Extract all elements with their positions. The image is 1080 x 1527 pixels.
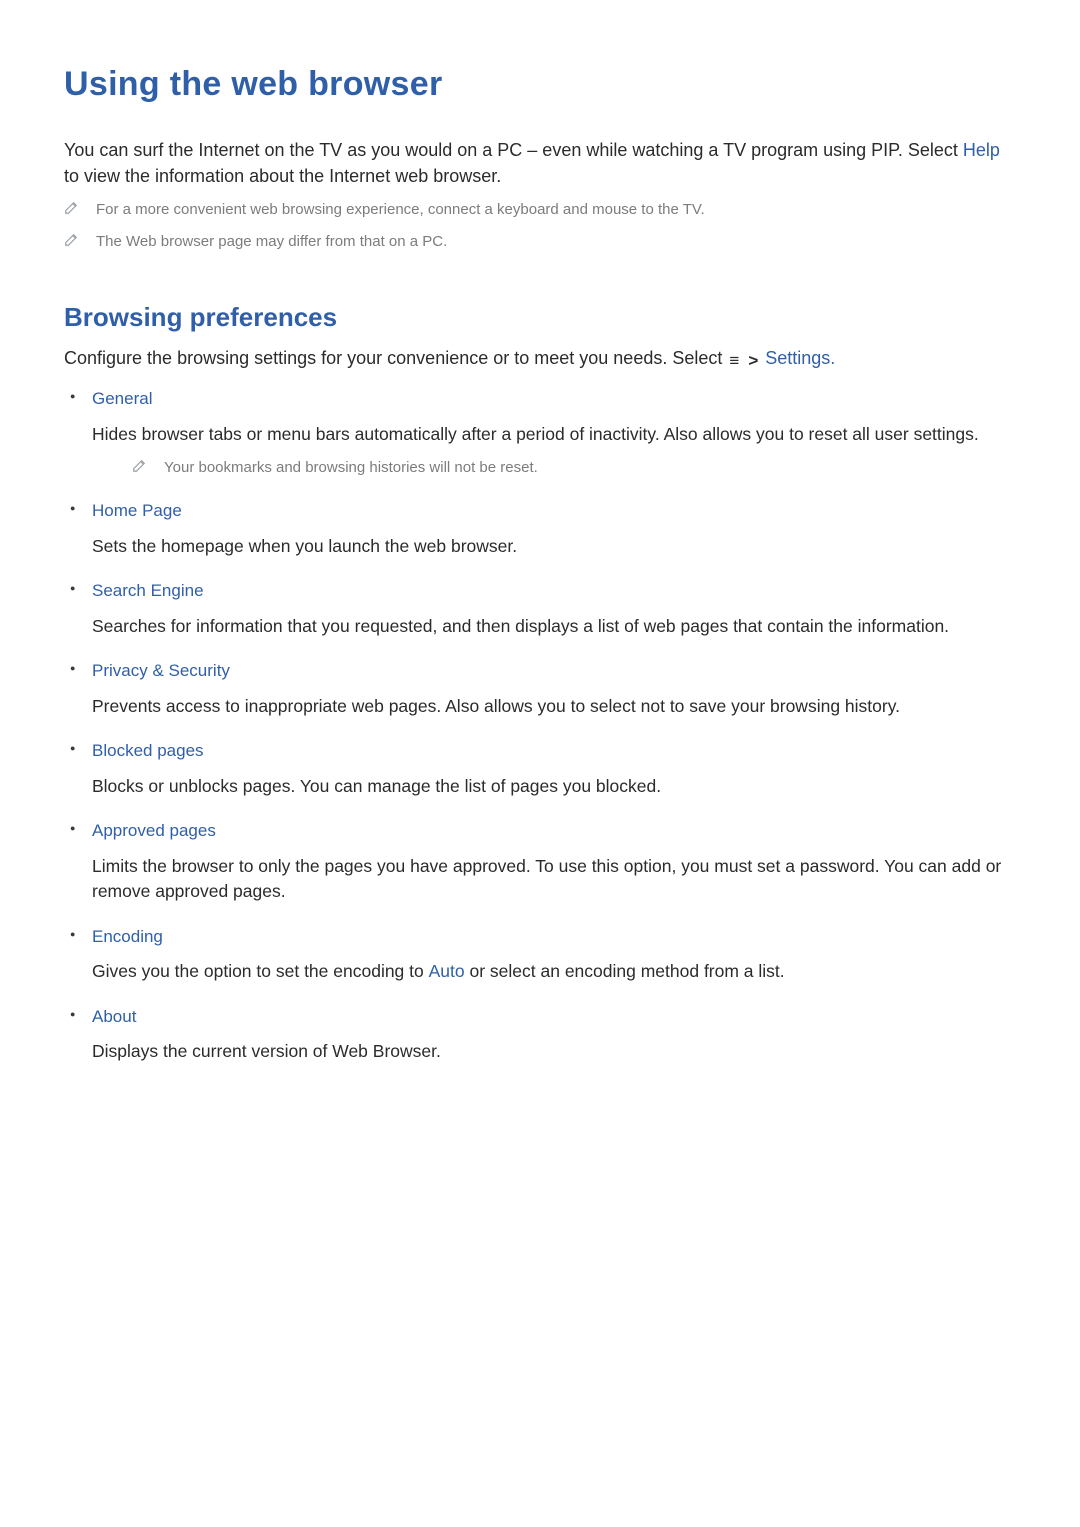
chevron-right-icon: > — [748, 349, 758, 374]
item-body-privacy-security: Prevents access to inappropriate web pag… — [92, 694, 1016, 719]
item-body-search-engine: Searches for information that you reques… — [92, 614, 1016, 639]
pencil-icon — [64, 201, 78, 215]
note-row-general: Your bookmarks and browsing histories wi… — [132, 457, 1016, 479]
item-body-home-page: Sets the homepage when you launch the we… — [92, 534, 1016, 559]
intro-text-2: to view the information about the Intern… — [64, 166, 501, 186]
item-title-privacy-security: Privacy & Security — [92, 659, 1016, 684]
settings-link[interactable]: Settings. — [765, 348, 835, 368]
note-text-2: The Web browser page may differ from tha… — [96, 231, 447, 253]
encoding-body-post: or select an encoding method from a list… — [465, 961, 785, 981]
note-text-general: Your bookmarks and browsing histories wi… — [164, 457, 538, 479]
item-body-encoding: Gives you the option to set the encoding… — [92, 959, 1016, 984]
item-title-home-page: Home Page — [92, 499, 1016, 524]
list-item-encoding: Encoding Gives you the option to set the… — [92, 925, 1016, 985]
note-row-1: For a more convenient web browsing exper… — [64, 199, 1016, 221]
intro-text-1: You can surf the Internet on the TV as y… — [64, 140, 963, 160]
item-body-about: Displays the current version of Web Brow… — [92, 1039, 1016, 1064]
list-item-about: About Displays the current version of We… — [92, 1005, 1016, 1065]
list-item-blocked-pages: Blocked pages Blocks or unblocks pages. … — [92, 739, 1016, 799]
page-title: Using the web browser — [64, 60, 1016, 109]
item-title-general: General — [92, 387, 1016, 412]
section-intro: Configure the browsing settings for your… — [64, 345, 1016, 374]
help-link[interactable]: Help — [963, 140, 1000, 160]
encoding-body-pre: Gives you the option to set the encoding… — [92, 961, 429, 981]
note-text-1: For a more convenient web browsing exper… — [96, 199, 705, 221]
pencil-icon — [64, 233, 78, 247]
list-item-privacy-security: Privacy & Security Prevents access to in… — [92, 659, 1016, 719]
menu-icon: ≡ — [729, 349, 739, 374]
section-title-browsing-preferences: Browsing preferences — [64, 299, 1016, 337]
list-item-approved-pages: Approved pages Limits the browser to onl… — [92, 819, 1016, 904]
item-body-blocked-pages: Blocks or unblocks pages. You can manage… — [92, 774, 1016, 799]
item-body-approved-pages: Limits the browser to only the pages you… — [92, 854, 1016, 905]
note-row-2: The Web browser page may differ from tha… — [64, 231, 1016, 253]
list-item-home-page: Home Page Sets the homepage when you lau… — [92, 499, 1016, 559]
item-title-about: About — [92, 1005, 1016, 1030]
list-item-search-engine: Search Engine Searches for information t… — [92, 579, 1016, 639]
item-title-blocked-pages: Blocked pages — [92, 739, 1016, 764]
item-title-search-engine: Search Engine — [92, 579, 1016, 604]
section-intro-text: Configure the browsing settings for your… — [64, 348, 727, 368]
item-body-general: Hides browser tabs or menu bars automati… — [92, 422, 1016, 447]
item-title-approved-pages: Approved pages — [92, 819, 1016, 844]
encoding-auto-label: Auto — [429, 961, 465, 981]
list-item-general: General Hides browser tabs or menu bars … — [92, 387, 1016, 479]
preferences-list: General Hides browser tabs or menu bars … — [92, 387, 1016, 1064]
item-title-encoding: Encoding — [92, 925, 1016, 950]
pencil-icon — [132, 459, 146, 473]
intro-paragraph: You can surf the Internet on the TV as y… — [64, 137, 1016, 189]
